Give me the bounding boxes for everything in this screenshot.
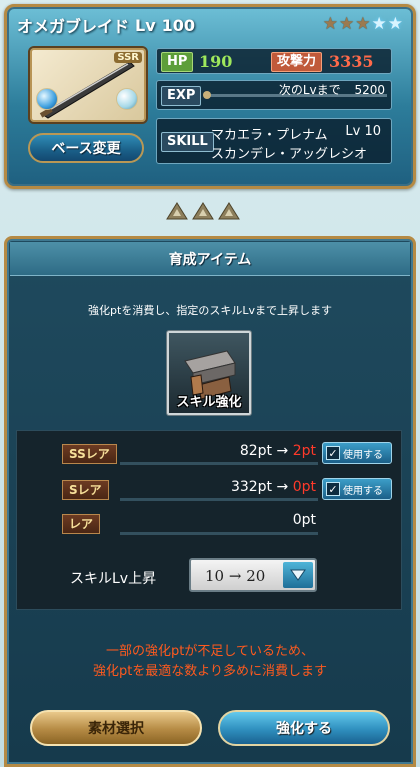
exp-next-row: 次のLvまで 5200 — [279, 81, 385, 98]
triangle-icon — [218, 202, 240, 220]
triangle-icon — [166, 202, 188, 220]
base-change-button[interactable]: ベース変更 — [28, 133, 144, 163]
use-ssr-toggle[interactable]: ✓ 使用する — [322, 442, 392, 464]
enhance-panel-title: 育成アイテム — [10, 242, 410, 276]
skill-lv-value: 10 → 20 — [205, 567, 266, 585]
ssr-badge: SSR — [114, 52, 142, 63]
row-divider — [120, 498, 318, 501]
enhance-button[interactable]: 強化する — [218, 710, 390, 746]
row-divider — [120, 462, 318, 465]
use-ssr-label: 使用する — [343, 449, 383, 461]
sr-points: 332pt → 0pt — [231, 479, 316, 495]
warning-line-1: 一部の強化ptが不足しているため、 — [106, 644, 314, 659]
skill-enhance-label: スキル強化 — [176, 395, 242, 410]
weapon-portrait[interactable]: SSR — [30, 48, 146, 122]
use-sr-label: 使用する — [343, 485, 383, 497]
skill-lv-select[interactable]: 10 → 20 — [189, 558, 317, 592]
ssr-points: 82pt → 2pt — [240, 443, 316, 459]
star-icon: ★ — [371, 14, 387, 34]
ssr-points-arrow: → — [276, 443, 289, 459]
ssr-points-to: 2pt — [292, 443, 316, 459]
star-icon: ★ — [322, 14, 338, 34]
uncap-stars: ★ ★ ★ ★ ★ — [323, 15, 403, 33]
rarity-r-tag: レア — [62, 514, 101, 534]
exp-tag: EXP — [161, 86, 202, 106]
hp-value: 190 — [199, 52, 233, 71]
exp-next-text: 次のLvまで — [278, 83, 341, 97]
exp-next-value: 5200 — [354, 83, 385, 97]
stats-panel: HP 190 攻撃力 3335 — [156, 48, 392, 74]
use-sr-toggle[interactable]: ✓ 使用する — [322, 478, 392, 500]
skill-name-1: マカエラ・プレナム — [211, 128, 328, 143]
star-icon: ★ — [387, 14, 403, 34]
skill-level: Lv 10 — [345, 124, 381, 139]
hp-tag: HP — [161, 52, 194, 72]
skill-name-2: スカンデレ・アッグレシオ — [211, 147, 368, 162]
skill-tag: SKILL — [161, 132, 214, 152]
material-select-button[interactable]: 素材選択 — [30, 710, 202, 746]
checkbox-icon: ✓ — [326, 446, 340, 460]
skill-panel: SKILL マカエラ・プレナム Lv 10 スカンデレ・アッグレシオ — [156, 118, 392, 164]
skill-orb-icon — [116, 88, 138, 110]
triangle-icon — [192, 202, 214, 220]
warning-line-2: 強化ptを最適な数より多めに消費します — [92, 664, 328, 679]
sr-points-arrow: → — [276, 479, 289, 495]
exp-panel: EXP 次のLvまで 5200 — [156, 80, 392, 110]
atk-value: 3335 — [329, 52, 374, 71]
sr-points-from: 332pt — [230, 479, 273, 495]
enhance-description: 強化ptを消費し、指定のスキルLvまで上昇します — [88, 304, 332, 317]
arrow-divider — [166, 202, 240, 220]
checkbox-icon: ✓ — [326, 482, 340, 496]
weapon-name: オメガブレイド — [17, 17, 130, 36]
sr-points-to: 0pt — [292, 479, 316, 495]
weapon-title: オメガブレイド Lv 100 — [17, 13, 337, 37]
atk-tag: 攻撃力 — [271, 52, 323, 72]
element-orb-icon — [36, 88, 58, 110]
rarity-ssr-tag: SSレア — [62, 444, 117, 464]
weapon-level: 100 — [161, 15, 196, 35]
r-points: 0pt — [292, 512, 316, 528]
chevron-down-icon — [283, 562, 313, 588]
row-divider — [120, 532, 318, 535]
skill-enhance-item[interactable]: スキル強化 — [167, 331, 251, 415]
exp-bar-knob — [203, 91, 211, 99]
ssr-points-from: 82pt — [239, 443, 273, 459]
star-icon: ★ — [355, 14, 371, 34]
weapon-level-label: Lv — [135, 15, 156, 35]
rarity-sr-tag: Sレア — [62, 480, 109, 500]
skill-lv-label: スキルLv上昇 — [70, 571, 157, 587]
star-icon: ★ — [339, 14, 355, 34]
